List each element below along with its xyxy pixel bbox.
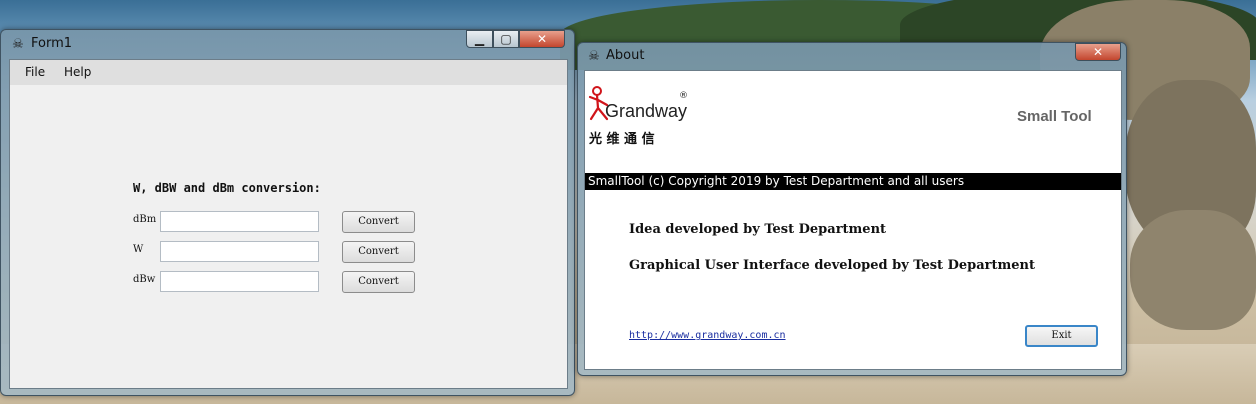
about-window: ☠ About ✕ Grandway ® 光 维 通 信 Small Tool … bbox=[577, 42, 1127, 376]
about-titlebar[interactable]: ☠ About bbox=[578, 43, 1126, 71]
w-convert-button[interactable]: Convert bbox=[342, 241, 415, 263]
about-window-controls: ✕ bbox=[1075, 43, 1121, 61]
copyright-banner: SmallTool (c) Copyright 2019 by Test Dep… bbox=[585, 173, 1121, 190]
menu-bar: File Help bbox=[10, 60, 567, 85]
idea-credit: Idea developed by Test Department bbox=[629, 222, 887, 237]
dbw-label: dBw bbox=[133, 274, 156, 285]
dbw-input[interactable] bbox=[160, 271, 319, 292]
about-client-area: Grandway ® 光 维 通 信 Small Tool SmallTool … bbox=[584, 70, 1122, 370]
gui-credit: Graphical User Interface developed by Te… bbox=[629, 258, 1035, 273]
grandway-logo: Grandway ® 光 维 通 信 bbox=[588, 86, 698, 147]
dbm-input[interactable] bbox=[160, 211, 319, 232]
menu-help[interactable]: Help bbox=[64, 65, 91, 79]
dbm-label: dBm bbox=[133, 214, 157, 225]
form1-window-controls: ▁ ▢ ✕ bbox=[466, 30, 565, 48]
form1-title: Form1 bbox=[31, 36, 73, 51]
exit-button[interactable]: Exit bbox=[1025, 325, 1098, 347]
logo-registered: ® bbox=[679, 91, 688, 101]
close-button[interactable]: ✕ bbox=[1075, 43, 1121, 61]
minimize-button[interactable]: ▁ bbox=[466, 30, 493, 48]
maximize-button[interactable]: ▢ bbox=[493, 30, 519, 48]
website-link[interactable]: http://www.grandway.com.cn bbox=[629, 330, 786, 341]
dbm-convert-button[interactable]: Convert bbox=[342, 211, 415, 233]
conversion-heading: W, dBW and dBm conversion: bbox=[133, 181, 321, 195]
menu-file[interactable]: File bbox=[25, 65, 45, 79]
close-button[interactable]: ✕ bbox=[519, 30, 565, 48]
logo-chinese: 光 维 通 信 bbox=[589, 132, 655, 147]
dbw-convert-button[interactable]: Convert bbox=[342, 271, 415, 293]
form1-window: ☠ Form1 ▁ ▢ ✕ File Help W, dBW and dBm c… bbox=[0, 29, 575, 396]
w-input[interactable] bbox=[160, 241, 319, 262]
app-name: Small Tool bbox=[1017, 108, 1092, 125]
w-label: W bbox=[133, 244, 144, 255]
skull-icon: ☠ bbox=[588, 49, 600, 64]
rock bbox=[1130, 210, 1256, 330]
about-title: About bbox=[606, 48, 645, 63]
logo-brand: Grandway bbox=[605, 101, 688, 121]
skull-icon: ☠ bbox=[12, 37, 24, 52]
form1-client-area: File Help W, dBW and dBm conversion: dBm… bbox=[9, 59, 568, 389]
